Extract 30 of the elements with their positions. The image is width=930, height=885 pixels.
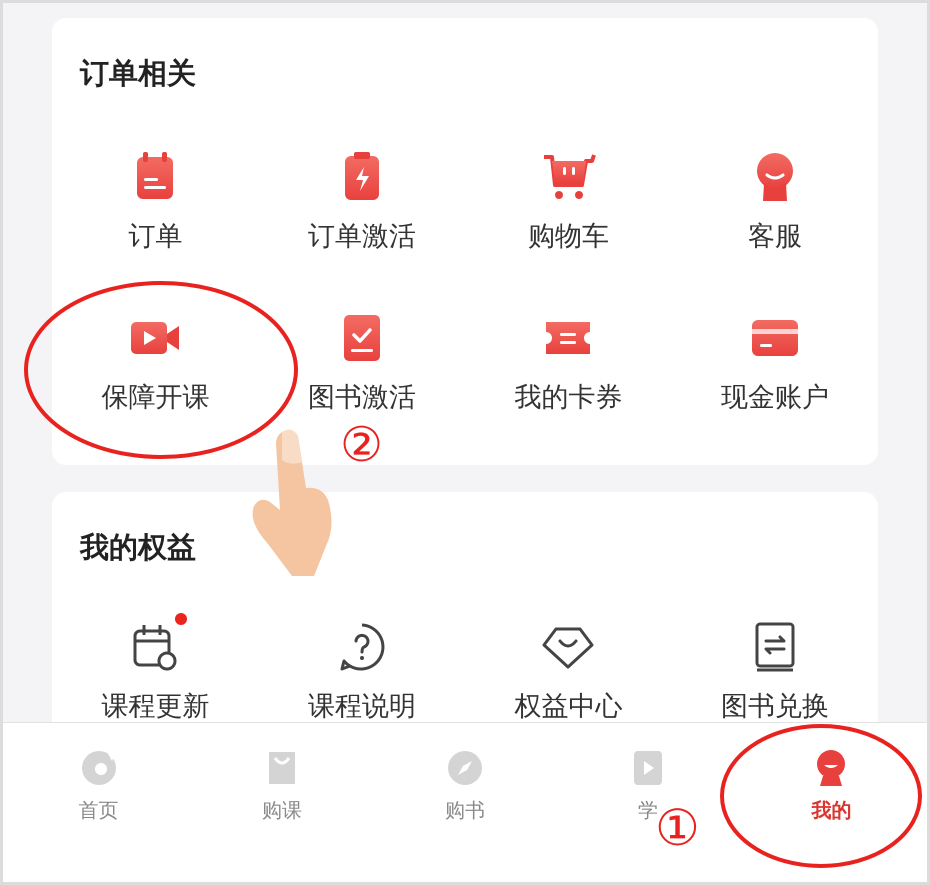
menu-item[interactable]: 课程更新 — [52, 611, 258, 722]
menu-label: 订单激活 — [308, 220, 416, 254]
menu-item[interactable]: 购物车 — [465, 141, 672, 257]
menu-item[interactable]: 现金账户 — [672, 302, 878, 418]
menu-label: 图书激活 — [308, 381, 416, 415]
menu-item[interactable]: 我的卡券 — [465, 302, 672, 418]
menu-label: 保障开课 — [101, 381, 210, 415]
menu-item[interactable]: 订单 — [52, 141, 258, 257]
menu-label: 我的卡券 — [514, 381, 622, 415]
menu-label: 课程说明 — [308, 690, 416, 722]
section-title: 订单相关 — [80, 55, 196, 92]
tab[interactable]: 购书 — [373, 723, 557, 882]
menu-item[interactable]: 订单激活 — [258, 141, 465, 257]
menu-item[interactable]: 课程说明 — [258, 611, 465, 722]
section-title: 我的权益 — [80, 529, 196, 566]
menu-item[interactable]: 图书兑换 — [672, 611, 878, 722]
menu-label: 图书兑换 — [720, 690, 829, 722]
menu-item[interactable]: 图书激活 — [258, 302, 465, 418]
menu-label: 购物车 — [528, 220, 609, 254]
menu-label: 客服 — [748, 220, 802, 254]
menu-item[interactable]: 客服 — [672, 141, 878, 257]
menu-label: 现金账户 — [720, 381, 829, 415]
tab[interactable]: 我的 — [740, 723, 923, 882]
menu-label: 课程更新 — [101, 690, 210, 722]
menu-label: 权益中心 — [514, 690, 622, 722]
step-number: ② — [340, 421, 384, 469]
menu-item[interactable]: 权益中心 — [465, 611, 672, 722]
menu-label: 订单 — [128, 220, 182, 254]
tab[interactable]: 购课 — [190, 723, 374, 882]
tab[interactable]: 首页 — [7, 723, 190, 882]
